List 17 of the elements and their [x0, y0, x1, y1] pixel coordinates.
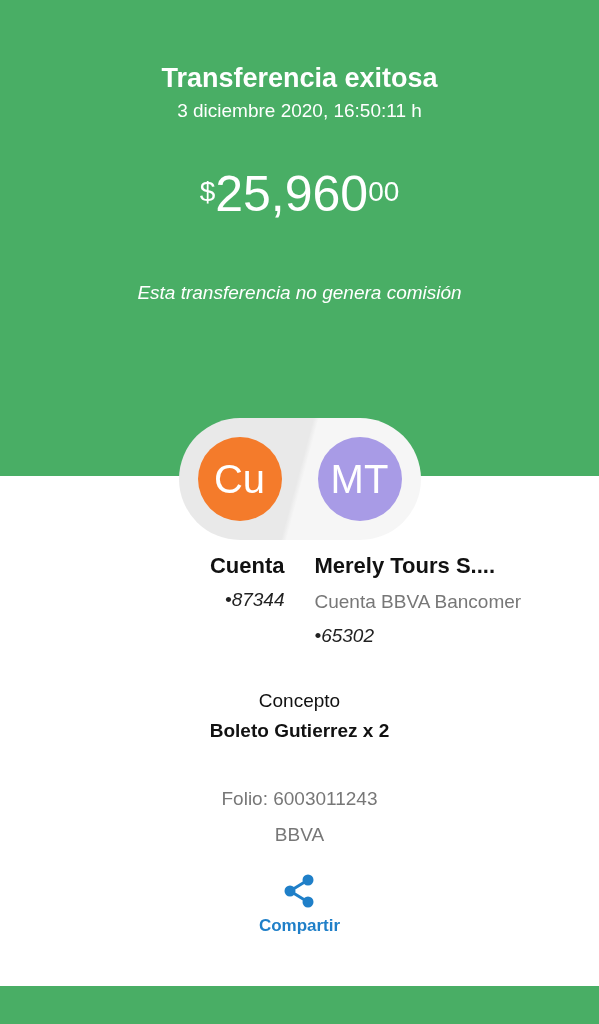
- avatar: MT: [317, 437, 402, 521]
- transfer-date: 3 diciembre 2020, 16:50:11 h: [177, 100, 422, 122]
- bank-name: Cuenta BBVA Bancomer: [314, 590, 523, 614]
- commission-note: Esta transferencia no genera comisión: [137, 282, 462, 304]
- party-name: Cuenta: [208, 552, 285, 580]
- folio: Folio: 6003011243: [221, 787, 378, 811]
- account-number: •87344: [224, 588, 285, 612]
- concept-value: Boleto Gutierrez x 2: [209, 719, 390, 743]
- account-number: •65302: [314, 624, 375, 648]
- bank-label: BBVA: [274, 823, 325, 847]
- concept-label: Concepto: [257, 689, 342, 713]
- share-button[interactable]: Compartir: [258, 874, 341, 936]
- party-name: Merely Tours S....: [314, 552, 497, 580]
- title: Transferencia exitosa: [161, 62, 438, 95]
- amount: $^{$}$25,960$^{00}$: [199, 165, 400, 224]
- avatar: Cu: [197, 437, 282, 521]
- share-icon: [283, 874, 316, 908]
